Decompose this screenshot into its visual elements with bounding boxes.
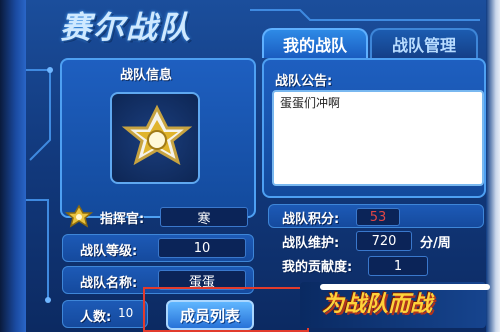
team-points-value: 53: [356, 208, 400, 226]
team-maintenance-unit: 分/周: [420, 236, 451, 251]
slogan-text: 为战队而战: [322, 292, 433, 317]
member-count-label: 人数:: [80, 310, 112, 325]
window-title: 赛尔战队: [60, 10, 192, 46]
team-emblem-star-shield-icon: [121, 104, 193, 166]
announcement-text: 蛋蛋们冲啊: [280, 96, 341, 110]
team-points-label: 战队积分:: [282, 212, 340, 227]
announcement-heading: 战队公告:: [275, 74, 333, 89]
commander-badge-icon: [64, 204, 94, 228]
tab-team-management[interactable]: 战队管理: [370, 28, 478, 58]
team-maintenance-label: 战队维护:: [282, 236, 340, 251]
my-contribution-value: 1: [368, 256, 428, 276]
commander-value: 寒: [160, 207, 248, 227]
team-maintenance-value: 720: [356, 231, 412, 251]
my-contribution-label: 我的贡献度:: [282, 260, 353, 275]
highlight-annotation: [143, 287, 309, 332]
commander-label: 指挥官:: [100, 212, 145, 227]
team-level-label: 战队等级:: [80, 244, 138, 259]
team-level-value: 10: [158, 238, 246, 258]
tab-my-team[interactable]: 我的战队: [262, 28, 368, 58]
team-emblem-frame: [110, 92, 200, 184]
team-info-heading: 战队信息: [120, 68, 173, 83]
